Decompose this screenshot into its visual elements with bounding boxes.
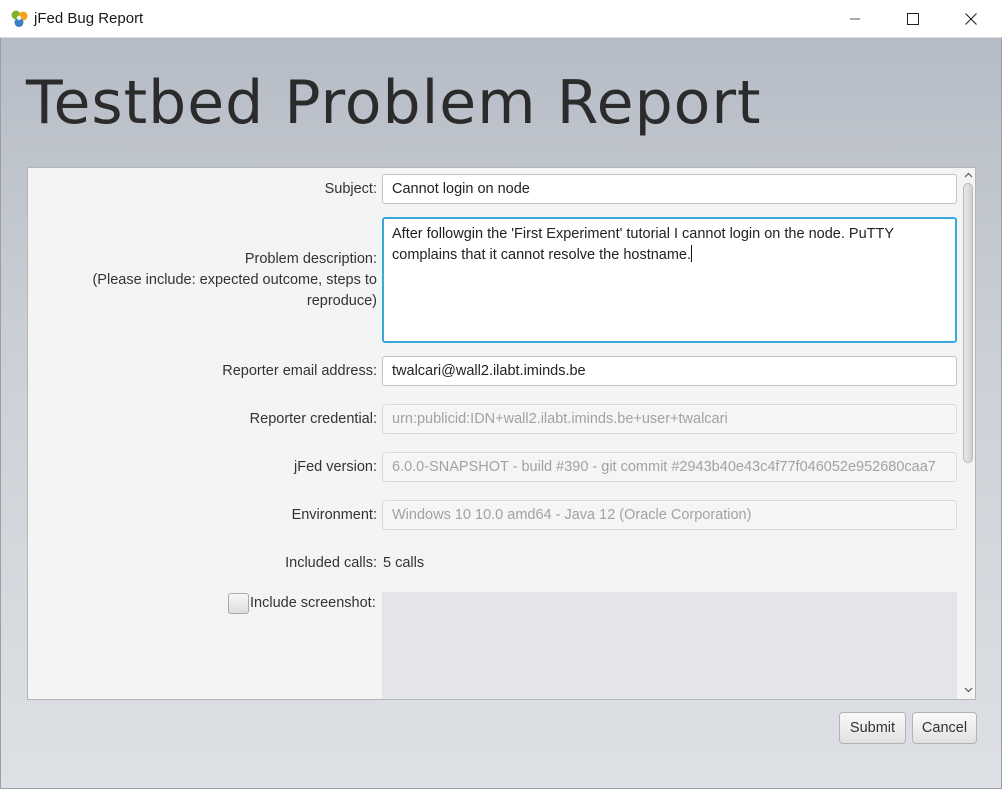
maximize-icon [907,13,919,25]
include-screenshot-label[interactable]: Include screenshot: [250,593,376,614]
credential-label: Reporter credential: [249,411,377,427]
submit-button[interactable]: Submit [839,712,906,744]
page-title: Testbed Problem Report [26,68,762,138]
screenshot-preview [382,592,957,699]
included-calls-label: Included calls: [285,555,377,571]
email-label: Reporter email address: [222,363,377,379]
window-title: jFed Bug Report [34,10,144,27]
minimize-icon [849,13,861,25]
version-label: jFed version: [293,459,377,475]
scroll-down-arrow-icon[interactable] [961,684,975,696]
environment-field: Windows 10 10.0 amd64 - Java 12 (Oracle … [382,500,957,530]
credential-field: urn:publicid:IDN+wall2.ilabt.iminds.be+u… [382,404,957,434]
description-label-line3: reproduce) [306,293,377,309]
description-text-line1: After followgin the 'First Experiment' t… [392,226,895,242]
scroll-up-arrow-icon[interactable] [961,169,975,181]
subject-label: Subject: [324,181,377,197]
minimize-button[interactable] [826,0,884,38]
close-button[interactable] [942,0,1000,38]
email-field[interactable]: twalcari@wall2.ilabt.iminds.be [382,356,957,386]
window-client-area: Testbed Problem Report Subject: Cannot l… [0,38,1002,789]
description-label-line2: (Please include: expected outcome, steps… [92,272,377,288]
description-label-line1: Problem description: [244,251,377,267]
vertical-scrollbar[interactable] [961,168,975,699]
version-field: 6.0.0-SNAPSHOT - build #390 - git commit… [382,452,957,482]
cancel-button[interactable]: Cancel [912,712,977,744]
report-form: Subject: Cannot login on node Problem de… [27,167,976,700]
close-icon [965,13,977,25]
description-text-line2: complains that it cannot resolve the hos… [392,245,693,263]
environment-label: Environment: [291,507,377,523]
include-screenshot-checkbox[interactable] [228,593,249,614]
window-titlebar: jFed Bug Report [0,0,1002,38]
scrollbar-thumb[interactable] [963,183,973,463]
maximize-button[interactable] [884,0,942,38]
included-calls-value: 5 calls [383,555,425,571]
subject-field[interactable]: Cannot login on node [382,174,957,204]
jfed-logo-icon [9,9,29,29]
description-textarea[interactable]: After followgin the 'First Experiment' t… [382,217,957,343]
text-caret [691,245,693,262]
